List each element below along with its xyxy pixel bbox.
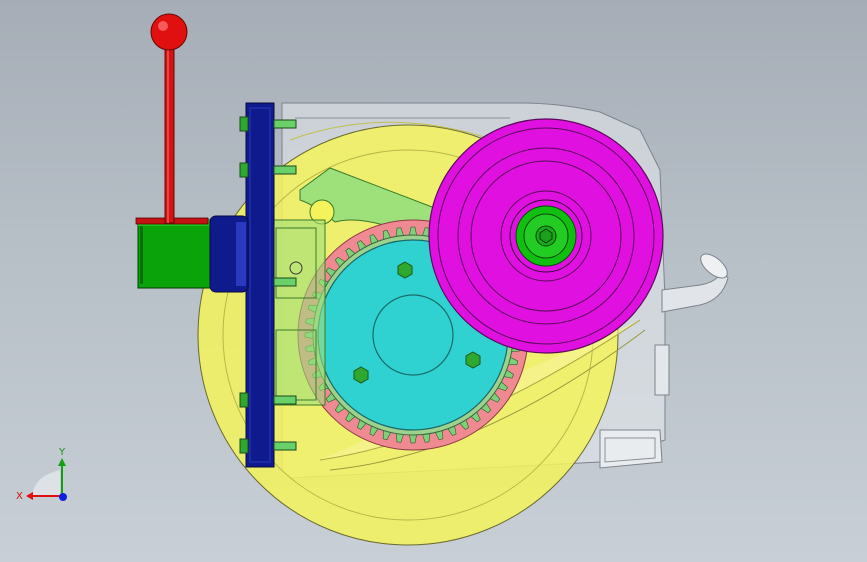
mounting-flange <box>245 102 275 468</box>
sun-gear-bolt <box>397 261 413 279</box>
y-axis-label: Y <box>58 447 66 458</box>
cad-viewport[interactable]: X Y <box>0 0 867 562</box>
bearing-block <box>269 219 326 406</box>
lever-knob[interactable] <box>150 13 188 51</box>
outlet-elbow <box>661 253 729 313</box>
coordinate-triad: X Y <box>16 447 67 502</box>
handle-assembly[interactable] <box>135 215 249 293</box>
z-axis-dot <box>59 493 67 501</box>
sun-gear-bolt <box>465 351 481 369</box>
x-axis-label: X <box>16 491 23 502</box>
drive-pulley <box>428 118 664 354</box>
sun-gear-bolt <box>353 366 369 384</box>
control-lever[interactable] <box>150 13 188 224</box>
